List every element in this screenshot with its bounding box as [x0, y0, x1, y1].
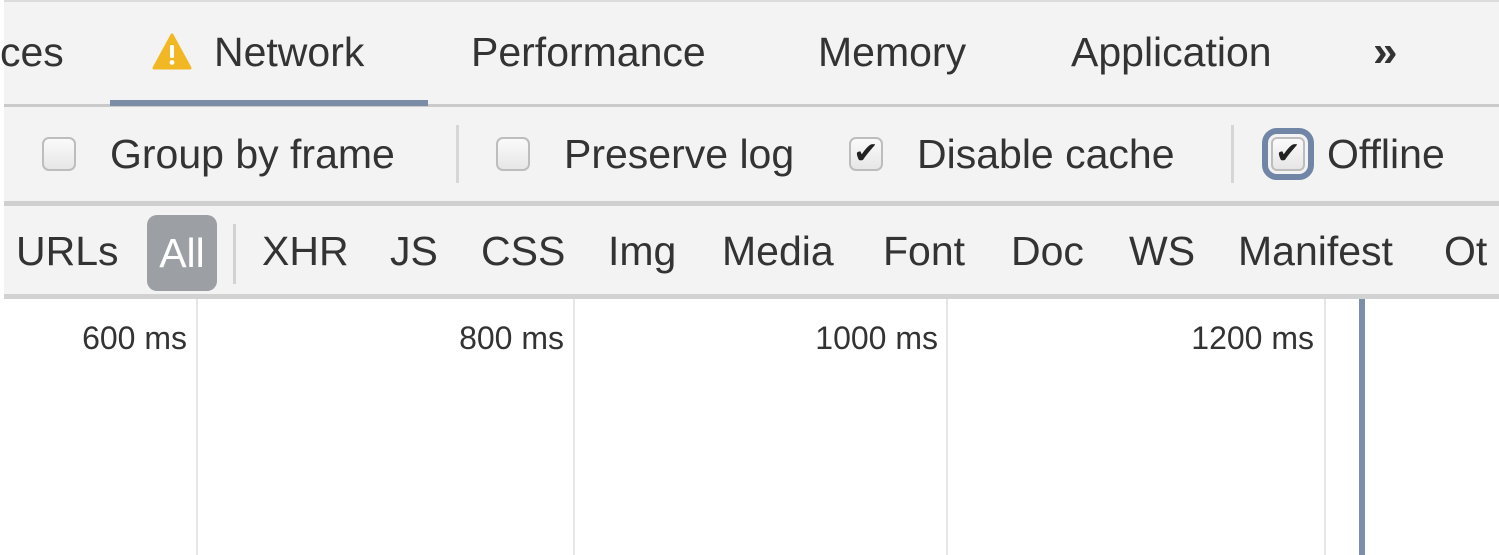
filter-font-button[interactable]: Font — [883, 206, 965, 296]
filter-separator — [233, 224, 236, 284]
toolbar-separator — [456, 125, 459, 183]
filter-manifest-label: Manifest — [1238, 227, 1393, 274]
preserve-log-label: Preserve log — [564, 130, 795, 177]
filter-font-label: Font — [883, 227, 966, 274]
filter-img-label: Img — [608, 227, 677, 274]
timeline-gridline — [573, 299, 575, 555]
tab-sources[interactable]: ces — [0, 0, 64, 104]
filter-all-button[interactable]: All — [147, 215, 217, 291]
toolbar-separator — [1231, 125, 1234, 183]
timeline-tick-label: 1000 ms — [815, 320, 938, 356]
filter-doc-button[interactable]: Doc — [1011, 206, 1084, 296]
timeline-tick-label: 800 ms — [459, 320, 564, 356]
warning-icon — [152, 33, 192, 70]
disable-cache-checkbox[interactable]: ✔ — [849, 137, 883, 171]
tab-memory-label: Memory — [818, 28, 967, 75]
tab-performance-label: Performance — [471, 28, 706, 75]
group-by-frame-checkbox[interactable] — [42, 137, 76, 171]
tab-network-label: Network — [214, 28, 365, 75]
filter-js-label: JS — [390, 227, 438, 274]
filter-other-button[interactable]: Ot — [1444, 206, 1487, 296]
filter-img-button[interactable]: Img — [608, 206, 676, 296]
group-by-frame-option[interactable]: Group by frame — [42, 107, 395, 201]
more-tabs-button[interactable]: » — [1373, 0, 1398, 104]
offline-checkbox[interactable]: ✔ — [1262, 128, 1314, 180]
filter-doc-label: Doc — [1011, 227, 1084, 274]
filter-xhr-label: XHR — [262, 227, 349, 274]
timeline-gridline — [1324, 299, 1326, 555]
timeline-load-marker — [1359, 299, 1365, 555]
tab-application-label: Application — [1071, 28, 1272, 75]
tab-application[interactable]: Application — [1071, 0, 1272, 104]
filter-other-label: Ot — [1444, 227, 1488, 274]
filter-all-label: All — [159, 229, 205, 276]
filter-css-button[interactable]: CSS — [481, 206, 565, 296]
filter-js-button[interactable]: JS — [390, 206, 438, 296]
urls-label: URLs — [16, 227, 119, 274]
tab-performance[interactable]: Performance — [471, 0, 706, 104]
tab-sources-label: ces — [0, 28, 64, 75]
active-tab-indicator — [110, 100, 428, 106]
timeline-tick-label: 1200 ms — [1191, 320, 1314, 356]
tab-network[interactable]: Network — [152, 0, 364, 104]
filter-xhr-button[interactable]: XHR — [262, 206, 349, 296]
hide-data-urls-label: URLs — [16, 206, 119, 296]
more-tabs-icon: » — [1373, 27, 1398, 76]
offline-label: Offline — [1327, 130, 1445, 177]
filter-ws-label: WS — [1129, 227, 1196, 274]
timeline-tick-label: 600 ms — [82, 320, 187, 356]
disable-cache-label: Disable cache — [917, 130, 1175, 177]
filter-ws-button[interactable]: WS — [1129, 206, 1195, 296]
preserve-log-option[interactable]: Preserve log — [496, 107, 794, 201]
offline-option[interactable]: ✔ Offline — [1262, 107, 1445, 201]
disable-cache-option[interactable]: ✔ Disable cache — [849, 107, 1175, 201]
devtools-network-panel: ces Network Performance Memory Applicati… — [0, 0, 1499, 555]
tab-memory[interactable]: Memory — [818, 0, 966, 104]
timeline-gridline — [946, 299, 948, 555]
preserve-log-checkbox[interactable] — [496, 137, 530, 171]
group-by-frame-label: Group by frame — [110, 130, 395, 177]
timeline-gridline — [196, 299, 198, 555]
filter-media-label: Media — [722, 227, 834, 274]
filter-manifest-button[interactable]: Manifest — [1238, 206, 1393, 296]
filter-media-button[interactable]: Media — [722, 206, 834, 296]
filter-css-label: CSS — [481, 227, 566, 274]
